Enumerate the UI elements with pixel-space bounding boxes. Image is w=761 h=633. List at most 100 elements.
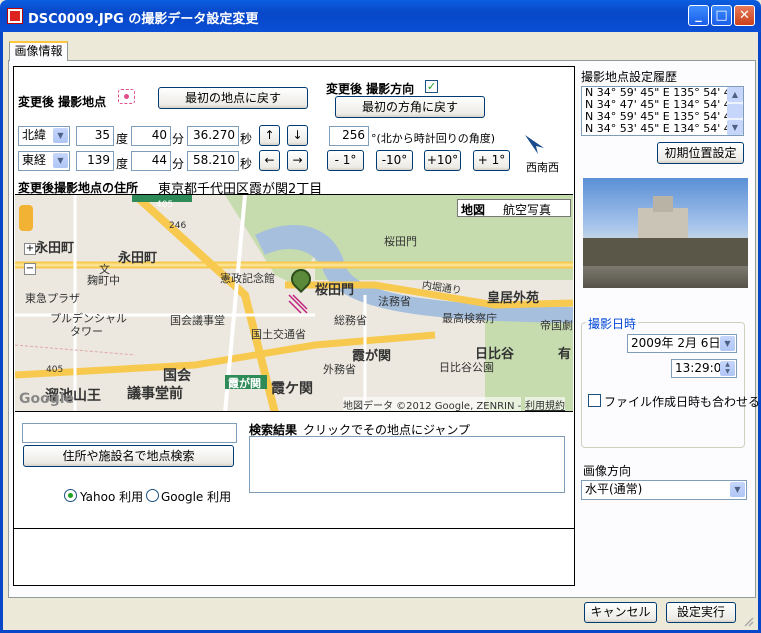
map-label: 有	[558, 347, 572, 362]
pegman-icon[interactable]	[19, 205, 33, 231]
latitude-second-input[interactable]: 36.270	[187, 126, 239, 146]
scroll-down-icon[interactable]: ▼	[727, 120, 743, 135]
map-label: 日比谷公園	[439, 361, 494, 374]
direction-label: 変更後 撮影方向	[326, 82, 415, 96]
datetime-label: 撮影日時	[586, 315, 639, 332]
map-label: 405	[46, 365, 64, 375]
history-item[interactable]: N 34° 53' 45" E 134° 54' 4	[582, 123, 743, 135]
close-button[interactable]: ✕	[734, 5, 755, 26]
app-icon	[7, 8, 23, 24]
search-input[interactable]	[22, 423, 237, 443]
longitude-degree-input[interactable]: 139	[76, 151, 114, 171]
map-label: 霞ケ関	[271, 381, 313, 397]
latitude-ref-select[interactable]: 北緯 ▼	[18, 126, 70, 146]
latitude-degree-input[interactable]: 35	[76, 126, 114, 146]
map-label: 霞が関	[352, 349, 392, 364]
reset-direction-button[interactable]: 最初の方角に戻す	[335, 96, 485, 118]
orientation-label: 画像方向	[583, 464, 632, 478]
direction-checkbox[interactable]: ✓	[425, 80, 438, 93]
trees-shape	[583, 238, 748, 266]
date-picker[interactable]: 2009年 2月 6日 ▼	[627, 334, 737, 353]
compass-arrow-icon	[525, 135, 544, 154]
map-type-aerial-button[interactable]: 航空写真	[503, 201, 551, 218]
longitude-ref-value: 東経	[22, 153, 47, 167]
photo-preview	[583, 178, 748, 288]
history-scrollbar[interactable]: ▲ ▼	[727, 87, 743, 135]
google-radio[interactable]	[146, 489, 159, 502]
resize-grip-icon[interactable]	[742, 615, 754, 627]
chevron-down-icon: ▼	[730, 482, 745, 497]
chevron-down-icon: ▼	[53, 128, 68, 143]
direction-plus-1-button[interactable]: + 1°	[473, 150, 510, 171]
maximize-button[interactable]: □	[711, 5, 732, 26]
google-radio-label: Google 利用	[161, 490, 232, 504]
map-label: タワー	[70, 325, 103, 338]
yahoo-radio-label: Yahoo 利用	[80, 490, 144, 504]
move-west-button[interactable]: ←	[259, 150, 280, 171]
minute-unit: 分	[172, 132, 185, 146]
minute-unit: 分	[172, 157, 185, 171]
move-south-button[interactable]: ↓	[287, 125, 308, 146]
map-terms-link[interactable]: 利用規約	[525, 397, 565, 411]
longitude-minute-input[interactable]: 44	[131, 151, 171, 171]
target-icon[interactable]	[118, 89, 135, 104]
map-label: 国会議事堂	[170, 314, 225, 327]
move-north-button[interactable]: ↑	[259, 125, 280, 146]
google-logo: Google	[19, 391, 75, 407]
window-title: DSC0009.JPG の撮影データ設定変更	[28, 12, 259, 27]
chevron-down-icon: ▼	[53, 153, 68, 168]
orientation-select[interactable]: 水平(通常) ▼	[581, 480, 747, 500]
spinner-icon[interactable]: ▲ ▼	[720, 361, 735, 376]
move-east-button[interactable]: →	[287, 150, 308, 171]
map-label: 246	[169, 221, 187, 231]
date-value: 2009年 2月 6日	[631, 336, 721, 350]
file-date-checkbox[interactable]	[588, 394, 601, 407]
zoom-out-button[interactable]: −	[24, 263, 36, 275]
map-label: 国土交通省	[251, 328, 306, 341]
degree-unit: 度	[116, 132, 129, 146]
direction-plus-10-button[interactable]: +10°	[424, 150, 461, 171]
scroll-thumb[interactable]	[727, 104, 743, 118]
search-place-button[interactable]: 住所や施設名で地点検索	[23, 445, 234, 467]
history-list[interactable]: N 34° 59' 45" E 135° 54' 4 N 34° 47' 45"…	[581, 86, 744, 136]
map-view[interactable]: + − 地図 航空写真 永田町 永田町 桜田門 桜田門 皇居外苑 内堀通り 法務…	[15, 194, 573, 412]
map-type-map-button[interactable]: 地図	[461, 201, 485, 218]
map-label: 永田町	[35, 241, 75, 256]
scroll-up-icon[interactable]: ▲	[727, 87, 743, 102]
map-label: 桜田門	[315, 283, 355, 298]
longitude-second-input[interactable]: 58.210	[187, 151, 239, 171]
direction-input[interactable]: 256	[329, 126, 369, 146]
map-label: 東急プラザ	[25, 292, 80, 305]
camera-direction-icon	[287, 293, 309, 315]
orientation-value: 水平(通常)	[585, 482, 643, 496]
building-tower-shape	[653, 196, 673, 212]
degree-unit: 度	[116, 157, 129, 171]
map-label: 405	[156, 200, 174, 210]
map-label: 帝国劇	[540, 319, 573, 332]
map-label: 議事堂前	[127, 386, 183, 402]
map-label: 憲政記念館	[220, 272, 275, 285]
direction-minus-1-button[interactable]: - 1°	[327, 150, 364, 171]
latitude-ref-value: 北緯	[22, 128, 47, 142]
file-date-checkbox-label: ファイル作成日時も合わせる	[604, 395, 761, 409]
search-result-list[interactable]	[249, 436, 565, 493]
reset-position-button[interactable]: 初期位置設定	[657, 142, 744, 164]
time-spinner[interactable]: 13:29:02 ▲ ▼	[671, 359, 737, 378]
minimize-button[interactable]: _	[688, 5, 709, 26]
reset-location-button[interactable]: 最初の地点に戻す	[158, 87, 308, 109]
map-label: 桜田門	[384, 235, 417, 248]
tab-image-info[interactable]: 画像情報	[9, 41, 68, 61]
map-label: 法務省	[378, 295, 411, 308]
map-label: 皇居外苑	[487, 291, 540, 306]
map-label: 霞が関	[228, 377, 261, 390]
direction-minus-10-button[interactable]: -10°	[376, 150, 413, 171]
direction-unit-note: °(北から時計回りの角度)	[371, 132, 496, 145]
cancel-button[interactable]: キャンセル	[584, 602, 657, 623]
map-label: 総務省	[334, 314, 367, 327]
apply-button[interactable]: 設定実行	[666, 602, 736, 623]
latitude-minute-input[interactable]: 40	[131, 126, 171, 146]
map-label: 文	[99, 263, 110, 276]
longitude-ref-select[interactable]: 東経 ▼	[18, 151, 70, 171]
yahoo-radio[interactable]	[64, 489, 77, 502]
second-unit: 秒	[240, 132, 253, 146]
